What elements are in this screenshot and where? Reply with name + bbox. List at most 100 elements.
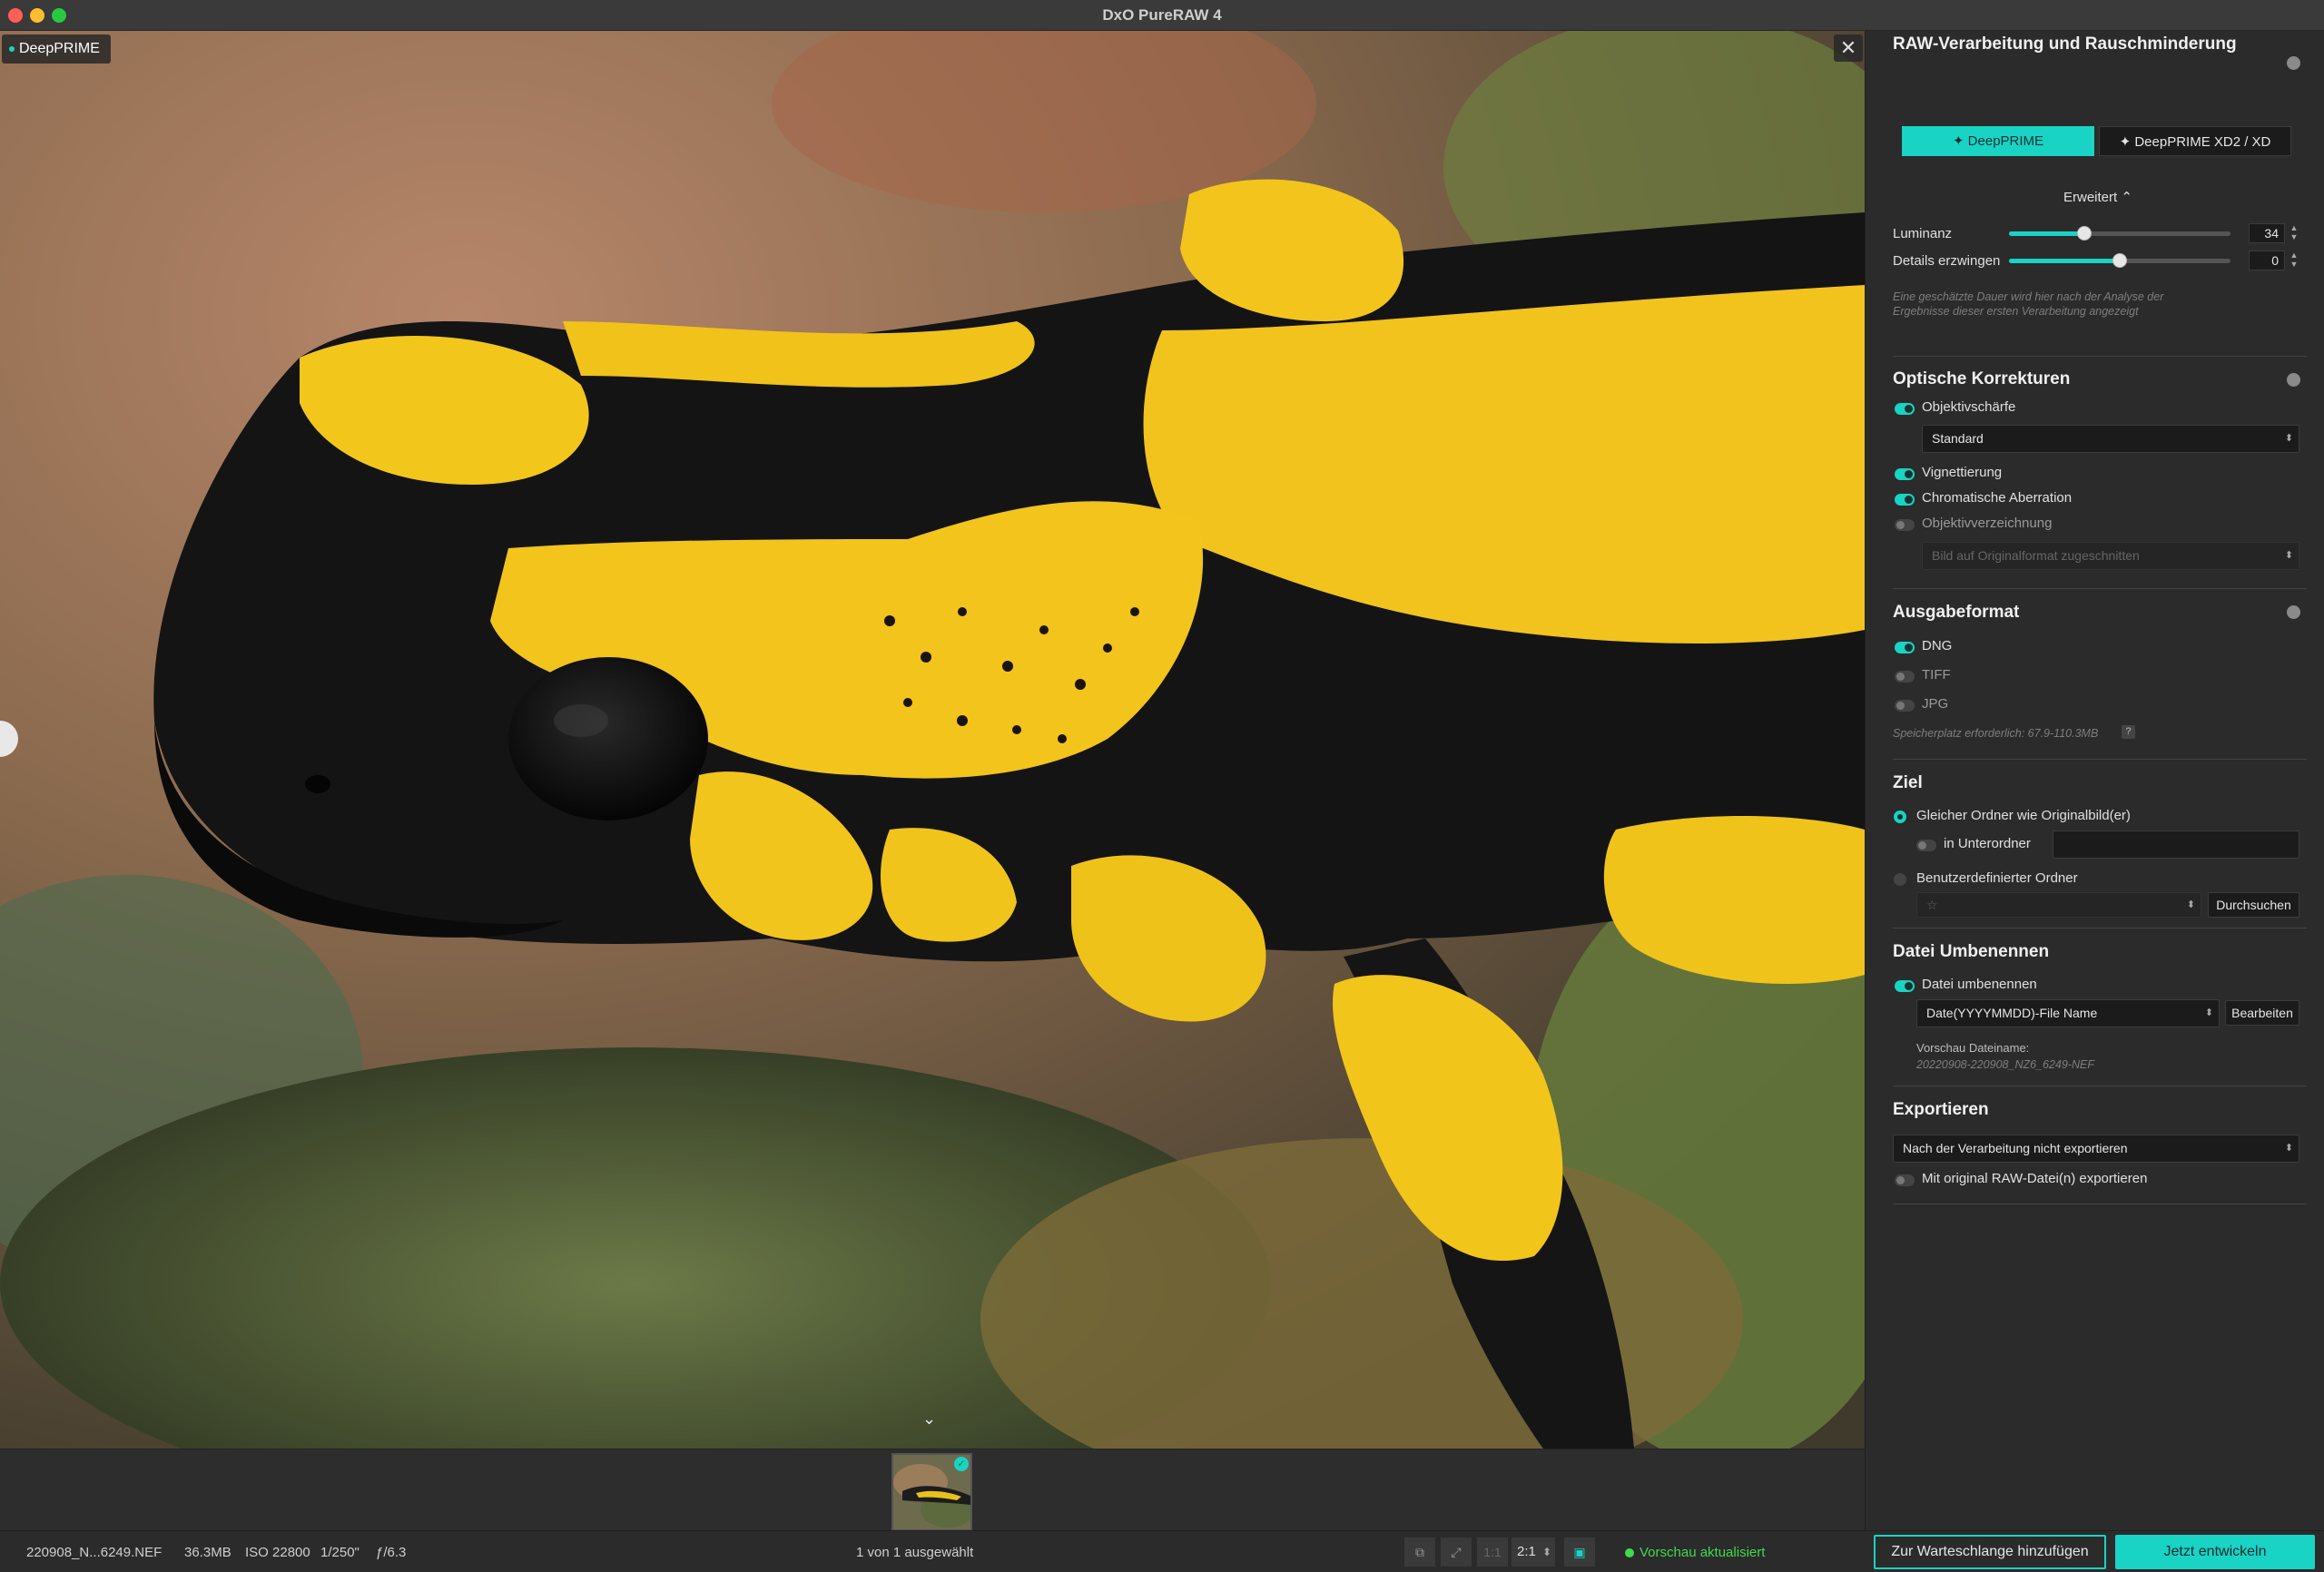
subfolder-toggle[interactable] bbox=[1916, 840, 1936, 851]
details-stepper[interactable]: ▲ ▼ bbox=[2289, 251, 2299, 270]
vignetting-toggle[interactable] bbox=[1895, 468, 1915, 480]
shutter-value: 1/250" bbox=[320, 1545, 359, 1560]
section-title-output: Ausgabeformat bbox=[1893, 603, 2020, 622]
vignetting-label: Vignettierung bbox=[1922, 465, 2003, 480]
info-icon[interactable] bbox=[2287, 373, 2300, 387]
preview-icon[interactable]: ▣ bbox=[1563, 1537, 1596, 1567]
section-title-optics: Optische Korrekturen bbox=[1893, 369, 2071, 388]
details-slider-fill bbox=[2009, 259, 2120, 263]
details-label: Details erzwingen bbox=[1893, 253, 2001, 269]
luminance-label: Luminanz bbox=[1893, 226, 1953, 241]
luminance-value-field[interactable]: 34 bbox=[2249, 223, 2285, 243]
divider bbox=[1893, 588, 2307, 589]
edit-pattern-button[interactable]: Bearbeiten bbox=[2225, 1000, 2299, 1026]
select-arrows-icon: ⬍ bbox=[2284, 550, 2293, 561]
export-select-value: Nach der Verarbeitung nicht exportieren bbox=[1903, 1141, 2128, 1155]
fit-icon[interactable]: ⤢ bbox=[1440, 1537, 1472, 1567]
distortion-label: Objektivverzeichnung bbox=[1922, 516, 2053, 531]
deepprime-xd-mode-button[interactable]: ✦ DeepPRIME XD2 / XD bbox=[2099, 126, 2291, 156]
distortion-toggle[interactable] bbox=[1895, 519, 1915, 531]
preview-status-label: Vorschau aktualisiert bbox=[1640, 1545, 1766, 1560]
compare-icon[interactable]: ⧉ bbox=[1403, 1537, 1436, 1567]
custom-folder-select[interactable]: ☆ ⬍ bbox=[1916, 892, 2201, 918]
iso-value: ISO 22800 bbox=[245, 1545, 310, 1560]
details-slider[interactable] bbox=[2009, 253, 2230, 268]
add-to-queue-button[interactable]: Zur Warteschlange hinzufügen bbox=[1874, 1535, 2106, 1569]
luminance-slider-thumb[interactable] bbox=[2077, 226, 2092, 241]
rename-pattern-value: Date(YYYYMMDD)-File Name bbox=[1926, 1006, 2098, 1020]
duration-note: Eine geschätzte Dauer wird hier nach der… bbox=[1893, 290, 2164, 318]
filmstrip-thumbnail[interactable]: ✓ bbox=[891, 1453, 972, 1531]
sharpness-toggle[interactable] bbox=[1895, 403, 1915, 415]
filmstrip: ✓ bbox=[0, 1449, 1865, 1531]
render-mode-label: DeepPRIME bbox=[19, 41, 100, 56]
select-arrows-icon: ⬍ bbox=[2186, 899, 2195, 910]
preview-photo bbox=[0, 31, 1865, 1449]
subfolder-label: in Unterordner bbox=[1944, 836, 2031, 851]
develop-now-button[interactable]: Jetzt entwickeln bbox=[2115, 1535, 2315, 1569]
chevron-down-icon[interactable]: ⌄ bbox=[922, 1410, 936, 1429]
settings-panel: RAW-Verarbeitung und Rauschminderung ✦ D… bbox=[1865, 31, 2324, 1530]
jpg-label: JPG bbox=[1922, 696, 1949, 712]
info-icon[interactable] bbox=[2287, 56, 2300, 70]
rename-label: Datei umbenennen bbox=[1922, 977, 2037, 992]
divider bbox=[1893, 759, 2307, 760]
tiff-toggle[interactable] bbox=[1895, 671, 1915, 683]
zoom-one-to-one-button[interactable]: 1:1 bbox=[1476, 1537, 1509, 1567]
dng-toggle[interactable] bbox=[1895, 642, 1915, 653]
sharpness-select[interactable]: Standard ⬍ bbox=[1922, 425, 2299, 453]
section-title-export: Exportieren bbox=[1893, 1100, 1989, 1119]
same-folder-label: Gleicher Ordner wie Originalbild(er) bbox=[1916, 808, 2131, 823]
file-name: 220908_N...6249.NEF bbox=[26, 1545, 162, 1560]
chromatic-toggle[interactable] bbox=[1895, 494, 1915, 506]
rename-toggle[interactable] bbox=[1895, 980, 1915, 992]
tiff-label: TIFF bbox=[1922, 667, 1951, 683]
luminance-slider-fill bbox=[2009, 231, 2084, 236]
section-title-destination: Ziel bbox=[1893, 773, 1923, 792]
luminance-slider[interactable] bbox=[2009, 226, 2230, 241]
luminance-stepper[interactable]: ▲ ▼ bbox=[2289, 223, 2299, 243]
export-with-raw-toggle[interactable] bbox=[1895, 1174, 1915, 1186]
filename-preview-value: 20220908-220908_NZ6_6249-NEF bbox=[1916, 1058, 2094, 1071]
details-value-field[interactable]: 0 bbox=[2249, 251, 2285, 270]
chromatic-label: Chromatische Aberration bbox=[1922, 490, 2073, 506]
custom-folder-radio[interactable] bbox=[1894, 873, 1906, 886]
export-with-raw-label: Mit original RAW-Datei(n) exportieren bbox=[1922, 1171, 2148, 1186]
filename-preview-label: Vorschau Dateiname: bbox=[1916, 1041, 2030, 1055]
subfolder-input[interactable] bbox=[2053, 830, 2299, 859]
zoom-select[interactable]: 2:1 bbox=[1511, 1537, 1556, 1567]
mode-indicator-icon bbox=[9, 45, 15, 52]
info-icon[interactable] bbox=[2287, 605, 2300, 619]
section-title-raw: RAW-Verarbeitung und Rauschminderung bbox=[1893, 34, 2237, 54]
window-title: DxO PureRAW 4 bbox=[1102, 6, 1222, 24]
sharpness-label: Objektivschärfe bbox=[1922, 399, 2016, 415]
help-icon[interactable]: ? bbox=[2122, 725, 2135, 739]
select-arrows-icon: ⬍ bbox=[2204, 1007, 2213, 1018]
distortion-select[interactable]: Bild auf Originalformat zugeschnitten ⬍ bbox=[1922, 542, 2299, 570]
same-folder-radio[interactable] bbox=[1894, 811, 1906, 823]
sharpness-select-value: Standard bbox=[1932, 431, 1984, 446]
selected-check-icon: ✓ bbox=[954, 1457, 969, 1471]
aperture-value: ƒ/6.3 bbox=[376, 1545, 407, 1560]
render-mode-badge: DeepPRIME bbox=[2, 34, 111, 64]
details-slider-thumb[interactable] bbox=[2112, 253, 2127, 268]
rename-pattern-select[interactable]: Date(YYYYMMDD)-File Name ⬍ bbox=[1916, 999, 2220, 1027]
section-title-rename: Datei Umbenennen bbox=[1893, 942, 2050, 961]
browse-button[interactable]: Durchsuchen bbox=[2208, 892, 2299, 918]
select-arrows-icon: ⬍ bbox=[2284, 1143, 2293, 1154]
status-ok-icon bbox=[1625, 1548, 1634, 1557]
status-bar: 220908_N...6249.NEF 36.3MB ISO 22800 1/2… bbox=[0, 1530, 2324, 1572]
selection-count: 1 von 1 ausgewählt bbox=[856, 1545, 974, 1560]
star-icon: ☆ bbox=[1926, 898, 1938, 912]
image-viewer[interactable]: DeepPRIME ✕ ⌄ bbox=[0, 31, 1865, 1449]
export-select[interactable]: Nach der Verarbeitung nicht exportieren ⬍ bbox=[1893, 1135, 2299, 1163]
dng-label: DNG bbox=[1922, 638, 1953, 653]
close-icon[interactable]: ✕ bbox=[1834, 34, 1863, 62]
storage-note: Speicherplatz erforderlich: 67.9-110.3MB bbox=[1893, 727, 2099, 740]
deepprime-mode-button[interactable]: ✦ DeepPRIME bbox=[1902, 126, 2094, 156]
custom-folder-label: Benutzerdefinierter Ordner bbox=[1916, 870, 2078, 886]
distortion-select-value: Bild auf Originalformat zugeschnitten bbox=[1932, 548, 2140, 563]
advanced-toggle[interactable]: Erweitert ⌃ bbox=[2063, 189, 2132, 205]
title-bar: DxO PureRAW 4 bbox=[0, 0, 2324, 31]
jpg-toggle[interactable] bbox=[1895, 700, 1915, 712]
